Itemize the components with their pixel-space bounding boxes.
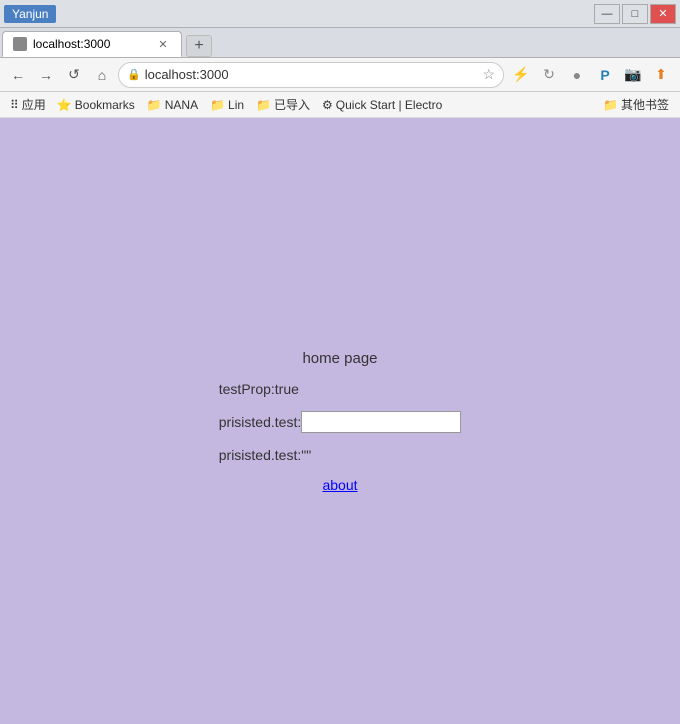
persisted-test-input[interactable]: [301, 411, 461, 433]
tab-title: localhost:3000: [33, 37, 110, 51]
lin-folder-icon: 📁: [210, 98, 225, 112]
nav-icons: ⚡ ↻ ● P 📷 ⬆: [508, 62, 674, 88]
folder-icon: ⭐: [57, 98, 72, 112]
apps-grid-icon: ⠿: [10, 98, 19, 112]
quickstart-icon: ⚙: [322, 98, 333, 112]
arrow-up-icon[interactable]: ⬆: [648, 62, 674, 88]
about-link[interactable]: about: [322, 477, 357, 493]
lin-label: Lin: [228, 98, 244, 112]
window-titlebar: Yanjun — □ ✕: [0, 0, 680, 28]
bookmarks-label: Bookmarks: [75, 98, 135, 112]
apps-label: 应用: [22, 96, 46, 113]
maximize-button[interactable]: □: [622, 4, 648, 24]
nana-label: NANA: [165, 98, 198, 112]
back-button[interactable]: ←: [6, 63, 30, 87]
more-bookmarks[interactable]: 📁 其他书签: [598, 94, 674, 115]
persisted-test-label: prisisted.test:: [219, 414, 301, 430]
new-tab-button[interactable]: +: [186, 35, 212, 57]
lin-bookmark[interactable]: 📁 Lin: [205, 96, 249, 114]
more-label: 其他书签: [621, 96, 669, 113]
extensions-icon[interactable]: ⚡: [508, 62, 534, 88]
nana-bookmark[interactable]: 📁 NANA: [142, 96, 203, 114]
import-bookmark[interactable]: 📁 已导入: [251, 94, 315, 115]
nav-bar: ← → ↺ ⌂ 🔒 ☆ ⚡ ↻ ● P 📷 ⬆: [0, 58, 680, 92]
camera-icon[interactable]: 📷: [620, 62, 646, 88]
tab-favicon: [13, 37, 27, 51]
minimize-button[interactable]: —: [594, 4, 620, 24]
quickstart-bookmark[interactable]: ⚙ Quick Start | Electro: [317, 96, 447, 114]
import-label: 已导入: [274, 96, 310, 113]
browser-content: home page testProp:true prisisted.test: …: [0, 118, 680, 724]
quickstart-label: Quick Start | Electro: [336, 98, 442, 112]
window-controls: — □ ✕: [594, 4, 676, 24]
page-container: home page testProp:true prisisted.test: …: [219, 350, 461, 493]
persisted-test-empty-label: prisisted.test:"": [219, 447, 311, 463]
more-folder-icon: 📁: [603, 98, 618, 112]
apps-bookmark[interactable]: ⠿ 应用: [6, 94, 50, 115]
circle-icon[interactable]: ●: [564, 62, 590, 88]
bookmarks-bar: ⠿ 应用 ⭐ Bookmarks 📁 NANA 📁 Lin 📁 已导入 ⚙ Qu…: [0, 92, 680, 118]
forward-button[interactable]: →: [34, 63, 58, 87]
refresh-circle-icon[interactable]: ↻: [536, 62, 562, 88]
bookmark-star-icon[interactable]: ☆: [482, 66, 495, 83]
active-tab[interactable]: localhost:3000 ✕: [2, 31, 182, 57]
page-title: home page: [302, 350, 377, 367]
test-prop-label: testProp:true: [219, 381, 299, 397]
persisted-test-input-line: prisisted.test:: [219, 411, 461, 433]
import-folder-icon: 📁: [256, 98, 271, 112]
nana-folder-icon: 📁: [147, 98, 162, 112]
p-icon[interactable]: P: [592, 62, 618, 88]
home-button[interactable]: ⌂: [90, 63, 114, 87]
window-user-tag: Yanjun: [4, 5, 56, 23]
close-button[interactable]: ✕: [650, 4, 676, 24]
bookmarks-folder[interactable]: ⭐ Bookmarks: [52, 96, 140, 114]
address-input[interactable]: [145, 67, 479, 82]
address-bar-container: 🔒 ☆: [118, 62, 504, 88]
tab-bar: localhost:3000 ✕ +: [0, 28, 680, 58]
reload-button[interactable]: ↺: [62, 63, 86, 87]
tab-close-button[interactable]: ✕: [155, 36, 171, 52]
lock-icon: 🔒: [127, 68, 141, 81]
